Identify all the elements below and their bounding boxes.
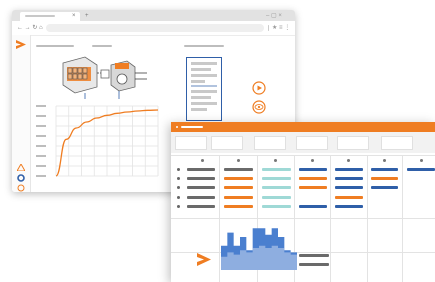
table-cell: [407, 168, 435, 171]
window-controls[interactable]: – ▢ ×: [266, 13, 282, 19]
browser-tab[interactable]: ×: [20, 12, 80, 21]
eye-icon[interactable]: [252, 100, 266, 114]
table-cell: [335, 196, 363, 199]
column-marker: [311, 159, 314, 162]
row-marker[interactable]: [177, 186, 180, 189]
heading-placeholder: [36, 45, 74, 47]
orange-triangle-logo-icon[interactable]: [16, 40, 26, 49]
table-cell: [262, 196, 291, 199]
table-cell: [262, 205, 291, 208]
table-cell: [187, 196, 215, 199]
info-icon[interactable]: [17, 184, 25, 192]
table-header-rule: [171, 155, 435, 156]
play-icon[interactable]: [252, 81, 266, 95]
table-cell: [224, 186, 253, 189]
toolbar-field-2[interactable]: [211, 136, 243, 150]
legend-placeholder: [299, 263, 329, 266]
table-cell: [299, 168, 327, 171]
settings-icon[interactable]: [17, 174, 25, 182]
table-cell: [187, 186, 215, 189]
line-chart: [36, 105, 159, 177]
table-cell: [262, 177, 291, 180]
nav-buttons[interactable]: ← → ↻ ⌂: [17, 25, 43, 31]
column-rule: [219, 156, 220, 282]
table-cell: [299, 177, 327, 180]
legend-placeholder: [299, 254, 329, 257]
toolbar-field-6[interactable]: [381, 136, 413, 150]
table-cell: [335, 177, 363, 180]
y-tick-label: [36, 125, 46, 127]
column-rule: [330, 156, 331, 282]
process-schematic-illustration: [62, 56, 147, 99]
column-marker: [383, 159, 386, 162]
row-marker[interactable]: [177, 177, 180, 180]
new-tab-icon[interactable]: +: [85, 13, 89, 19]
y-tick-label: [36, 175, 46, 177]
y-tick-label: [36, 165, 46, 167]
toolbar: [171, 132, 435, 153]
table-cell: [371, 186, 398, 189]
toolbar-field-3[interactable]: [254, 136, 286, 150]
table-cell: [262, 186, 291, 189]
table-cell: [299, 205, 327, 208]
panel-heading-placeholder: [184, 45, 224, 47]
toolbar-field-4[interactable]: [296, 136, 328, 150]
address-bar[interactable]: [46, 24, 264, 32]
row-marker[interactable]: [177, 196, 180, 199]
tab-close-icon[interactable]: ×: [72, 13, 76, 19]
table-cell: [224, 168, 253, 171]
table-cell: [371, 168, 398, 171]
app-sidebar: [12, 35, 31, 192]
y-tick-label: [36, 105, 46, 107]
table-rule: [171, 218, 435, 219]
column-marker: [274, 159, 277, 162]
header-title-placeholder: [181, 126, 203, 128]
y-tick-label: [36, 115, 46, 117]
column-marker: [237, 159, 240, 162]
table-cell: [224, 196, 253, 199]
row-marker[interactable]: [177, 205, 180, 208]
window-header-bar: [171, 122, 435, 132]
address-divider: [268, 25, 269, 31]
table-cell: [224, 177, 253, 180]
browser-menu-icons[interactable]: ★ ≡ ⋮: [272, 25, 290, 31]
toolbar-field-1[interactable]: [175, 136, 207, 150]
table-cell: [224, 205, 253, 208]
table-cell: [262, 168, 291, 171]
document-thumbnail[interactable]: [186, 57, 222, 121]
column-marker: [347, 159, 350, 162]
data-window: [171, 122, 435, 282]
table-cell: [335, 186, 363, 189]
table-cell: [187, 177, 215, 180]
table-cell: [187, 168, 215, 171]
orange-triangle-logo-icon: [197, 253, 211, 266]
table-cell: [299, 186, 327, 189]
tab-title-placeholder: [25, 15, 55, 17]
column-rule: [402, 156, 403, 282]
column-marker: [201, 159, 204, 162]
table-cell: [335, 205, 363, 208]
toolbar-field-5[interactable]: [337, 136, 369, 150]
table-cell: [335, 168, 363, 171]
column-marker: [420, 159, 423, 162]
row-marker[interactable]: [177, 168, 180, 171]
y-tick-label: [36, 145, 46, 147]
y-tick-label: [36, 135, 46, 137]
bar-area-chart: [221, 228, 297, 270]
header-dot: [176, 126, 178, 128]
y-tick-label: [36, 155, 46, 157]
column-rule: [367, 156, 368, 282]
alert-icon[interactable]: [17, 164, 25, 171]
table-cell: [371, 177, 398, 180]
subheading-placeholder: [92, 45, 112, 47]
table-cell: [187, 205, 215, 208]
